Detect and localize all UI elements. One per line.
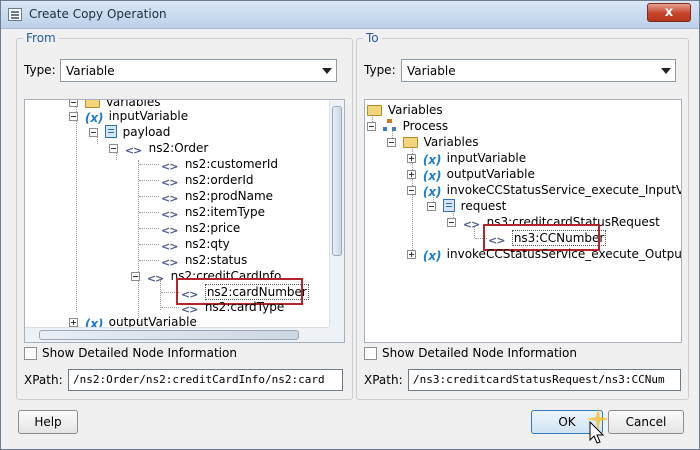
process-icon	[382, 119, 397, 132]
scroll-thumb[interactable]	[332, 106, 342, 256]
tree-node-payload[interactable]: payload	[89, 124, 170, 140]
tree-node-variables[interactable]: Variables	[367, 102, 443, 118]
create-copy-operation-dialog: Create Copy Operation x From Type: Varia…	[0, 0, 700, 450]
collapse-icon[interactable]	[89, 128, 98, 137]
collapse-icon[interactable]	[367, 122, 376, 131]
message-part-icon	[442, 199, 455, 212]
tree-node-field[interactable]: <> ns2:price	[161, 220, 240, 237]
folder-icon	[402, 137, 418, 148]
from-tree-viewport: Variables (x) inputVariable payload <> n…	[25, 100, 329, 327]
help-button[interactable]: Help	[18, 410, 78, 434]
mouse-cursor-icon	[589, 421, 605, 444]
collapse-icon[interactable]	[427, 202, 436, 211]
collapse-icon[interactable]	[387, 138, 396, 147]
expand-icon[interactable]	[407, 154, 416, 163]
to-type-label: Type:	[364, 63, 396, 77]
tree-node-field[interactable]: <> ns2:orderId	[161, 172, 254, 189]
collapse-icon[interactable]	[109, 144, 118, 153]
from-tree[interactable]: Variables (x) inputVariable payload <> n…	[24, 99, 345, 343]
to-xpath-field[interactable]: /ns3:creditcardStatusRequest/ns3:CCNum	[408, 369, 681, 391]
tree-node-order[interactable]: <> ns2:Order	[109, 140, 208, 157]
to-tree-viewport: Variables Process Variables (x) inputVar…	[365, 100, 681, 327]
dialog-icon	[8, 8, 22, 21]
tree-node-process[interactable]: Process	[367, 118, 448, 134]
tree-node-variables-folder[interactable]: Variables	[387, 134, 479, 150]
element-icon: <>	[146, 272, 164, 285]
horizontal-scrollbar[interactable]	[25, 327, 329, 342]
from-type-label: Type:	[24, 63, 56, 77]
scroll-thumb[interactable]	[39, 330, 299, 340]
tree-node-field[interactable]: <> ns2:itemType	[161, 204, 265, 221]
collapse-icon[interactable]	[447, 218, 456, 227]
tree-node-output-variable[interactable]: (x) outputVariable	[69, 314, 197, 327]
tree-node-input-variable[interactable]: (x) inputVariable	[407, 150, 526, 167]
window-title: Create Copy Operation	[29, 7, 167, 21]
from-type-value: Variable	[66, 64, 115, 78]
cancel-button[interactable]: Cancel	[608, 410, 684, 434]
show-detailed-label: Show Detailed Node Information	[382, 346, 577, 360]
variable-icon: (x)	[422, 249, 442, 263]
show-detailed-checkbox[interactable]	[24, 347, 37, 360]
to-panel: To Type: Variable Variables Process Vari…	[356, 31, 689, 400]
to-tree[interactable]: Variables Process Variables (x) inputVar…	[364, 99, 682, 343]
expand-icon[interactable]	[407, 250, 416, 259]
to-type-select[interactable]: Variable	[401, 59, 676, 82]
collapse-icon[interactable]	[131, 272, 140, 281]
to-legend: To	[363, 31, 382, 45]
show-detailed-label: Show Detailed Node Information	[42, 346, 237, 360]
tree-node-invoke-input[interactable]: (x) invokeCCStatusService_execute_InputV…	[407, 182, 681, 199]
to-type-value: Variable	[407, 64, 456, 78]
folder-icon	[84, 100, 100, 108]
tree-node-output-variable[interactable]: (x) outputVariable	[407, 166, 535, 183]
element-icon: <>	[124, 144, 142, 157]
from-xpath-field[interactable]: /ns2:Order/ns2:creditCardInfo/ns2:card	[68, 369, 343, 391]
to-xpath-label: XPath:	[364, 373, 403, 387]
from-legend: From	[23, 31, 59, 45]
tree-node-field[interactable]: <> ns2:prodName	[161, 188, 273, 205]
show-detailed-checkbox[interactable]	[364, 347, 377, 360]
tree-node-invoke-output[interactable]: (x) invokeCCStatusService_execute_Output…	[407, 246, 681, 263]
variable-icon: (x)	[84, 317, 104, 327]
expand-icon[interactable]	[69, 318, 78, 327]
tree-node-card-type[interactable]: <> ns2:cardType	[181, 299, 284, 316]
vertical-scrollbar[interactable]	[329, 100, 344, 327]
title-bar[interactable]: Create Copy Operation x	[1, 1, 699, 29]
tree-node-field[interactable]: <> ns2:qty	[161, 236, 230, 253]
chevron-down-icon	[322, 68, 332, 74]
folder-icon	[367, 105, 382, 116]
tree-node-request[interactable]: request	[427, 198, 506, 214]
from-xpath-label: XPath:	[24, 373, 63, 387]
from-panel: From Type: Variable Variables (x) inputV…	[16, 31, 353, 400]
tree-node-field[interactable]: <> ns2:customerId	[161, 156, 278, 173]
from-type-select[interactable]: Variable	[60, 59, 337, 82]
element-icon: <>	[462, 218, 480, 231]
close-button[interactable]: x	[647, 3, 691, 22]
collapse-icon[interactable]	[407, 186, 416, 195]
expand-icon[interactable]	[407, 170, 416, 179]
message-part-icon	[104, 125, 117, 138]
chevron-down-icon	[661, 68, 671, 74]
collapse-icon[interactable]	[69, 100, 78, 107]
tree-node-field[interactable]: <> ns2:status	[161, 252, 247, 269]
tree-node-input-variable[interactable]: (x) inputVariable	[69, 108, 188, 125]
collapse-icon[interactable]	[69, 112, 78, 121]
